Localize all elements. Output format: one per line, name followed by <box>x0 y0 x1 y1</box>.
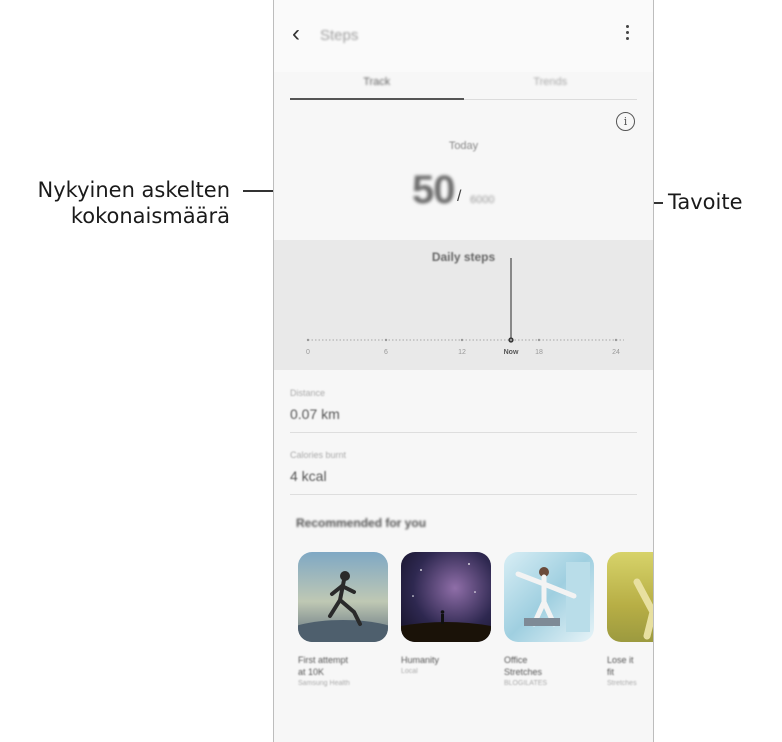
tab-indicator <box>290 98 464 100</box>
callout-current-total-line1: Nykyinen askelten <box>37 178 230 202</box>
timeline-tick-label: Now <box>504 349 519 356</box>
tab-trends[interactable]: Trends <box>464 70 638 100</box>
tab-bar: Track Trends <box>290 70 637 102</box>
card-source: Local <box>401 668 418 675</box>
more-vert-icon[interactable] <box>621 22 633 48</box>
timeline-tick-mark <box>384 338 388 342</box>
stat-distance-value: 0.07 km <box>290 406 340 422</box>
timeline-tick-label: 6 <box>384 349 388 356</box>
timeline-tick-label: 18 <box>535 349 543 356</box>
stat-calories-label: Calories burnt <box>290 450 347 460</box>
card-title: First attempt at 10K <box>298 654 388 678</box>
card-thumbnail-night-sky <box>401 552 491 642</box>
recommended-card[interactable]: Humanity Local <box>401 552 491 678</box>
callout-current-total: Nykyinen askelten kokonaismäärä <box>38 177 230 229</box>
page-title: Steps <box>320 27 359 44</box>
card-thumbnail-fitness <box>607 552 653 642</box>
stretch-illustration <box>515 562 590 632</box>
runner-illustration <box>298 571 388 642</box>
recommended-card[interactable]: First attempt at 10K Samsung Health <box>298 552 388 690</box>
card-title-line2: Stretches <box>504 667 543 677</box>
card-thumbnail-stretch <box>504 552 594 642</box>
timeline-ticks: 0 6 12 Now 18 24 <box>306 338 620 356</box>
stat-calories: Calories burnt 4 kcal <box>290 434 637 495</box>
timeline-tick-label: 0 <box>306 349 310 356</box>
timeline-tick-mark <box>614 338 618 342</box>
info-icon[interactable]: i <box>616 112 635 131</box>
callout-target: Tavoite <box>668 190 743 214</box>
steps-summary: 50 / 6000 <box>274 168 653 216</box>
card-title: Lose it fit <box>607 654 653 678</box>
recommended-heading: Recommended for you <box>296 516 427 530</box>
daily-steps-label: Daily steps <box>431 250 496 264</box>
steps-goal[interactable]: 6000 <box>470 194 494 206</box>
stat-distance: Distance 0.07 km <box>290 372 637 433</box>
card-title: Office Stretches <box>504 654 594 678</box>
day-label: Today <box>448 140 479 152</box>
card-source: Samsung Health <box>298 680 350 687</box>
timeline-tick-mark <box>509 338 513 342</box>
tab-trends-label: Trends <box>533 76 568 88</box>
steps-separator: / <box>457 188 462 205</box>
callout-current-total-line2: kokonaismäärä <box>70 204 230 228</box>
recommended-carousel[interactable]: First attempt at 10K Samsung Health Huma… <box>298 552 653 702</box>
stat-distance-label: Distance <box>290 388 326 398</box>
card-title: Humanity <box>401 654 491 666</box>
tab-track-label: Track <box>363 76 391 88</box>
steps-count: 50 <box>412 168 455 212</box>
night-sky-illustration <box>401 563 491 642</box>
timeline-tick-label: 12 <box>458 349 466 356</box>
app-bar: ‹ Steps <box>274 0 653 72</box>
card-title-line1: Humanity <box>401 655 440 665</box>
card-thumbnail-runner <box>298 552 388 642</box>
chevron-left-icon[interactable]: ‹ <box>292 20 312 48</box>
recommended-card[interactable]: Office Stretches BLOGILATES <box>504 552 594 690</box>
fitness-illustration <box>633 578 653 640</box>
card-source: BLOGILATES <box>504 680 548 687</box>
card-title-line2: at 10K <box>298 667 325 677</box>
card-title-line1: Office <box>504 655 528 665</box>
card-source: Stretches <box>607 680 637 687</box>
timeline-tick-label: 24 <box>612 349 620 356</box>
phone-screen: ‹ Steps Track Trends i Today 50 / 6000 0… <box>273 0 654 742</box>
stat-calories-value: 4 kcal <box>290 468 327 484</box>
card-title-line2: fit <box>607 667 615 677</box>
tab-track[interactable]: Track <box>290 70 464 100</box>
card-title-line1: Lose it <box>607 655 634 665</box>
recommended-card[interactable]: Lose it fit Stretches <box>607 552 653 690</box>
timeline-tick-mark <box>537 338 541 342</box>
card-title-line1: First attempt <box>298 655 349 665</box>
timeline-tick-mark <box>306 338 310 342</box>
timeline-tick-mark <box>460 338 464 342</box>
